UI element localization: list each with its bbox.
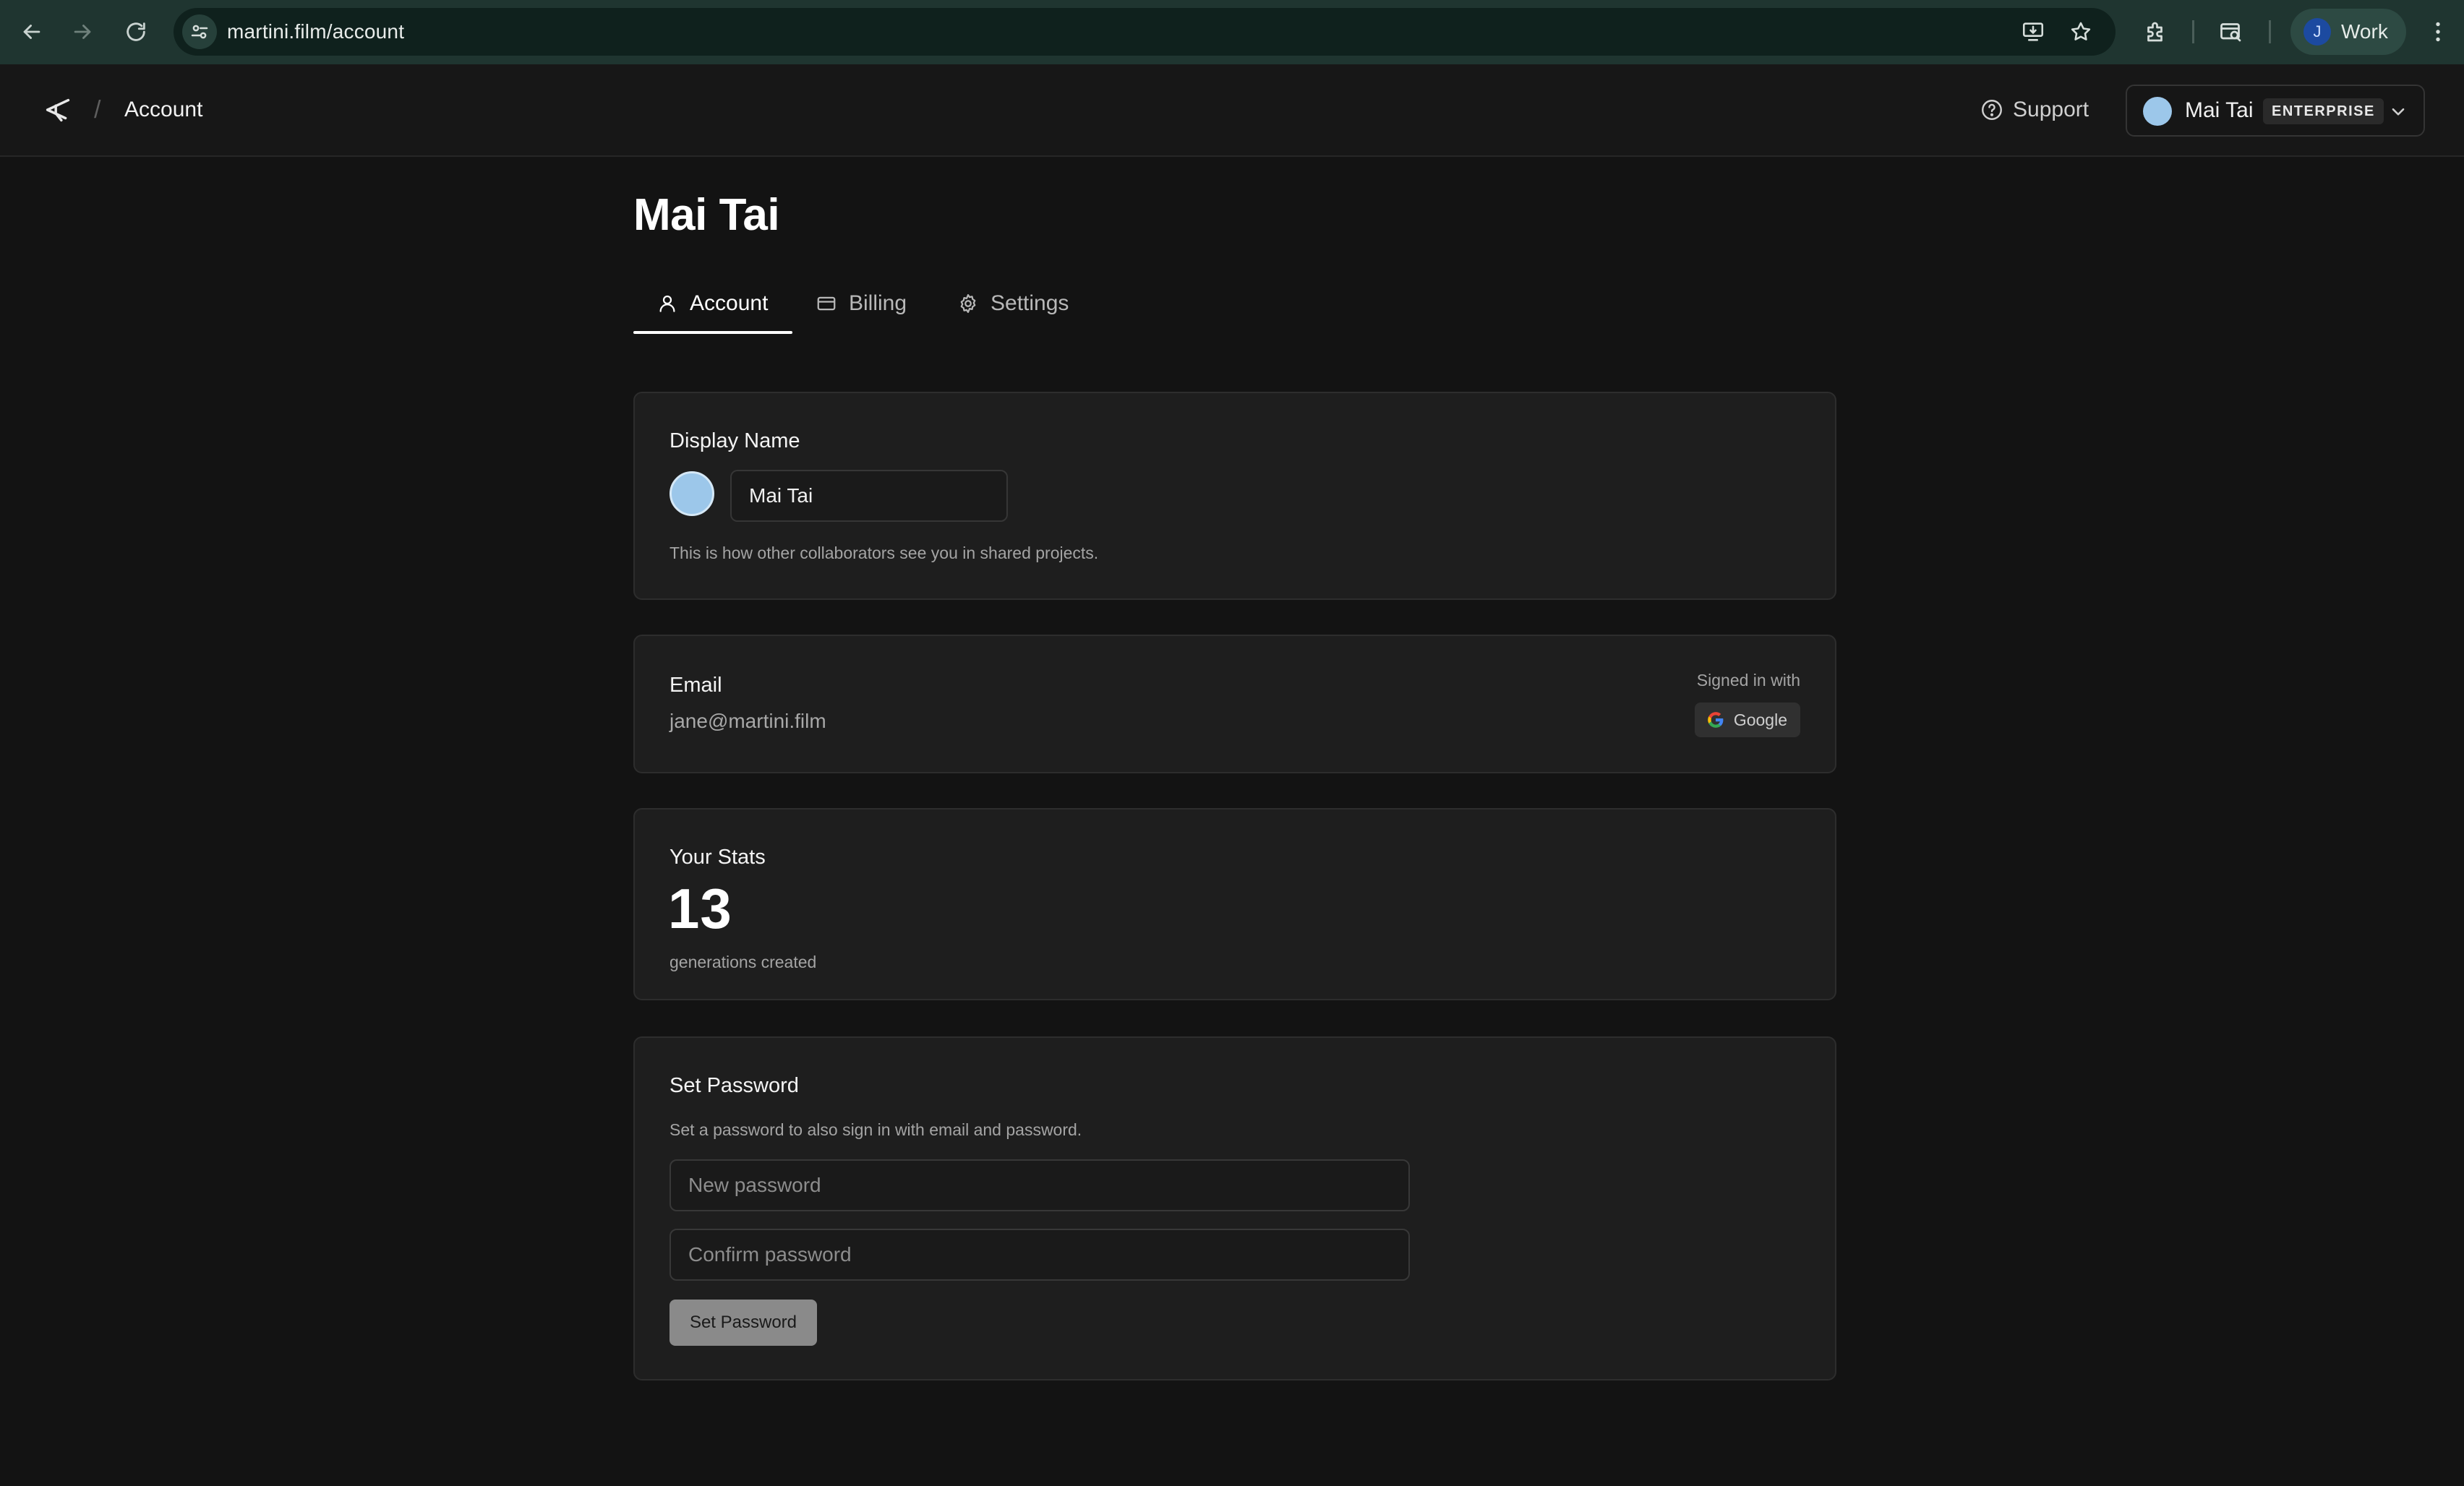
reload-icon (127, 22, 145, 41)
breadcrumb: Account (124, 98, 203, 121)
provider-name: Google (1733, 710, 1787, 729)
install-icon (2022, 22, 2044, 41)
puzzle-icon (2147, 22, 2163, 42)
bookmark-button[interactable] (2063, 14, 2098, 49)
card-title: Set Password (670, 1074, 799, 1097)
tab-billing[interactable]: Billing (816, 273, 907, 334)
card-title: Display Name (670, 429, 800, 452)
new-password-input[interactable] (670, 1159, 1410, 1211)
support-label: Support (2013, 98, 2089, 121)
account-tabs: Account Billing Settings (633, 273, 1836, 334)
generation-count-label: generations created (670, 953, 817, 971)
toolbar-separator (2269, 20, 2271, 43)
stats-card: Your Stats 13 generations created (633, 808, 1836, 1000)
more-vertical-icon (2436, 22, 2440, 42)
card-title: Your Stats (670, 846, 766, 869)
profile-avatar: J (2303, 18, 2331, 46)
account-menu-button[interactable]: Mai Tai ENTERPRISE (2126, 85, 2425, 137)
martini-logo-icon[interactable] (42, 93, 75, 126)
arrow-left-icon (23, 25, 40, 39)
gear-icon (960, 294, 976, 313)
install-app-button[interactable] (2016, 14, 2050, 49)
breadcrumb-separator: / (94, 96, 101, 124)
arrow-right-icon (74, 25, 91, 39)
back-button[interactable] (13, 13, 51, 51)
provider-badge: Google (1694, 703, 1800, 737)
site-info-button[interactable] (182, 14, 217, 49)
tab-label: Account (690, 291, 769, 315)
credit-card-icon (817, 296, 836, 311)
tab-search-icon (2220, 23, 2241, 42)
generation-count: 13 (668, 877, 732, 940)
toolbar-separator (2192, 20, 2194, 43)
tab-label: Billing (849, 291, 907, 315)
set-password-button[interactable]: Set Password (670, 1300, 817, 1346)
avatar[interactable] (670, 471, 714, 516)
tier-badge: ENTERPRISE (2263, 98, 2384, 124)
tab-settings[interactable]: Settings (957, 273, 1069, 334)
app-header: / Account Support Mai Tai ENTERPRISE (0, 64, 2464, 157)
account-name: Mai Tai (2185, 98, 2254, 122)
display-name-card: Display Name This is how other collabora… (633, 392, 1836, 600)
url-text: martini.film/account (227, 20, 405, 43)
avatar (2143, 97, 2172, 126)
browser-toolbar: martini.film/account J Work (0, 0, 2464, 64)
card-title: Email (670, 674, 722, 697)
browser-menu-button[interactable] (2419, 13, 2457, 51)
email-value: jane@martini.film (670, 710, 826, 732)
tab-account[interactable]: Account (656, 273, 768, 334)
signed-in-label: Signed in with (1696, 671, 1800, 690)
password-help: Set a password to also sign in with emai… (670, 1120, 1082, 1139)
google-icon (1708, 712, 1724, 728)
display-name-input[interactable] (730, 470, 1008, 522)
address-bar[interactable]: martini.film/account (174, 8, 2116, 56)
active-tab-indicator (633, 331, 792, 334)
reload-button[interactable] (117, 13, 155, 51)
tab-label: Settings (991, 291, 1069, 315)
email-card: Email jane@martini.film Signed in with G… (633, 635, 1836, 773)
star-icon (2071, 22, 2091, 40)
page-title: Mai Tai (633, 190, 780, 240)
profile-label: Work (2341, 20, 2388, 43)
tab-search-button[interactable] (2212, 13, 2250, 51)
support-link[interactable]: Support (1980, 93, 2089, 126)
display-name-help: This is how other collaborators see you … (670, 544, 1099, 562)
chevron-down-icon (2392, 108, 2405, 116)
set-password-card: Set Password Set a password to also sign… (633, 1036, 1836, 1380)
extensions-button[interactable] (2137, 13, 2175, 51)
user-icon (659, 295, 675, 312)
tune-icon (191, 25, 208, 39)
forward-button[interactable] (64, 13, 101, 51)
help-circle-icon (1982, 100, 2002, 120)
profile-button[interactable]: J Work (2290, 9, 2406, 55)
confirm-password-input[interactable] (670, 1229, 1410, 1281)
